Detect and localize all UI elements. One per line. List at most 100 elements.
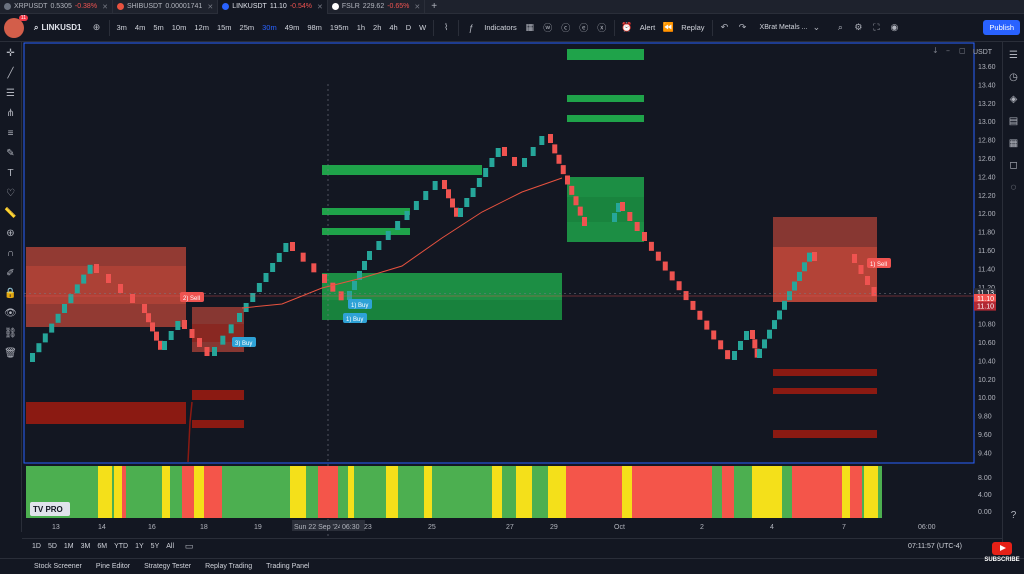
layers-icon[interactable]: ◈ bbox=[1007, 92, 1021, 106]
tab-strategy-tester[interactable]: Strategy Tester bbox=[144, 563, 191, 570]
timeframe-D[interactable]: D bbox=[402, 23, 415, 32]
range-6m[interactable]: 6M bbox=[97, 543, 107, 550]
price-tick-label: 10.60 bbox=[978, 340, 996, 347]
magnet-icon[interactable]: ∩ bbox=[4, 246, 18, 260]
stay-drawing-icon[interactable]: ✐ bbox=[4, 266, 18, 280]
timeframe-195m[interactable]: 195m bbox=[326, 23, 353, 32]
heart-icon[interactable]: ♡ bbox=[4, 186, 18, 200]
trash-icon[interactable]: 🗑 bbox=[4, 346, 18, 360]
range-3m[interactable]: 3M bbox=[81, 543, 91, 550]
layout-name-dropdown[interactable]: XBrat Metals ... bbox=[760, 24, 808, 31]
close-tab-icon[interactable]: ✕ bbox=[207, 3, 213, 11]
timeframe-49m[interactable]: 49m bbox=[281, 23, 304, 32]
pitchfork-icon[interactable]: ⋔ bbox=[4, 106, 18, 120]
range-all[interactable]: All bbox=[166, 543, 174, 550]
renko-brick bbox=[352, 281, 357, 290]
range-1m[interactable]: 1M bbox=[64, 543, 74, 550]
indicators-icon[interactable]: ƒ bbox=[464, 21, 478, 35]
timeframe-3m[interactable]: 3m bbox=[113, 23, 131, 32]
divider bbox=[711, 19, 713, 36]
undo-icon[interactable]: ↶ bbox=[718, 21, 732, 35]
chevron-down-icon[interactable]: ⌄ bbox=[809, 21, 823, 35]
chat-icon[interactable]: ◻ bbox=[1007, 158, 1021, 172]
horizontal-lines-icon[interactable]: ☰ bbox=[4, 86, 18, 100]
fullscreen-icon[interactable]: ⛶ bbox=[869, 21, 883, 35]
compare-plus-icon[interactable]: ⊕ bbox=[90, 21, 104, 35]
close-tab-icon[interactable]: ✕ bbox=[414, 3, 420, 11]
new-tab-plus-icon[interactable]: + bbox=[425, 1, 443, 12]
eye-icon[interactable]: 👁 bbox=[4, 306, 18, 320]
text-icon[interactable]: T bbox=[4, 166, 18, 180]
timeframe-12m[interactable]: 12m bbox=[190, 23, 213, 32]
data-window-icon[interactable]: ▤ bbox=[1007, 114, 1021, 128]
alert-button[interactable]: Alert bbox=[636, 23, 659, 32]
chart-pane[interactable]: 2) Sell 3) Buy 1) Buy 1) Buy 1) Sell 13.60 13… bbox=[22, 42, 1002, 536]
timeframe-W[interactable]: W bbox=[415, 23, 430, 32]
browser-tab-fslr[interactable]: FSLR 229.62 -0.65% ✕ bbox=[328, 0, 426, 14]
lock-icon[interactable]: 🔒 bbox=[4, 286, 18, 300]
replay-button[interactable]: Replay bbox=[677, 23, 708, 32]
tab-pine-editor[interactable]: Pine Editor bbox=[96, 563, 130, 570]
timeframe-98m[interactable]: 98m bbox=[303, 23, 326, 32]
currency-label[interactable]: USDT bbox=[973, 49, 993, 56]
link-icon[interactable]: ⛓ bbox=[4, 326, 18, 340]
oscillator-segment bbox=[318, 466, 338, 518]
avatar[interactable]: 11 bbox=[4, 14, 28, 38]
calendar-icon[interactable]: ▦ bbox=[1007, 136, 1021, 150]
browser-tab-shibusdt[interactable]: SHIBUSDT 0.00001741 ✕ bbox=[113, 0, 219, 14]
range-1y[interactable]: 1Y bbox=[135, 543, 144, 550]
timeframe-5m[interactable]: 5m bbox=[149, 23, 167, 32]
trend-line-icon[interactable]: ╱ bbox=[4, 66, 18, 80]
zoom-in-icon[interactable]: ⊕ bbox=[4, 226, 18, 240]
clock-readout[interactable]: 07:11:57 (UTC-4) bbox=[908, 543, 962, 550]
timeframe-4m[interactable]: 4m bbox=[131, 23, 149, 32]
indicators-button[interactable]: Indicators bbox=[480, 23, 521, 32]
pane-window-icon[interactable]: ◻ bbox=[959, 46, 966, 55]
camera-icon[interactable]: ◉ bbox=[887, 21, 901, 35]
symbol-search[interactable]: ⌕ LINKUSD1 bbox=[28, 23, 88, 33]
range-ytd[interactable]: YTD bbox=[114, 543, 128, 550]
watchlist-icon[interactable]: ☰ bbox=[1007, 48, 1021, 62]
chart-type-icon[interactable]: ⌇ bbox=[439, 21, 453, 35]
range-5y[interactable]: 5Y bbox=[151, 543, 160, 550]
replay-icon[interactable]: ⏪ bbox=[661, 21, 675, 35]
close-tab-icon[interactable]: ✕ bbox=[102, 3, 108, 11]
redo-icon[interactable]: ↷ bbox=[736, 21, 750, 35]
tab-stock-screener[interactable]: Stock Screener bbox=[34, 563, 82, 570]
youtube-subscribe-button[interactable]: SUBSCRIBE bbox=[984, 542, 1020, 572]
timeframe-30m[interactable]: 30m bbox=[258, 23, 281, 32]
tab-trading-panel[interactable]: Trading Panel bbox=[266, 563, 309, 570]
timeframe-2h[interactable]: 2h bbox=[369, 23, 385, 32]
favorite-indicator-e-icon[interactable]: ⓔ bbox=[577, 21, 591, 35]
timeframe-15m[interactable]: 15m bbox=[213, 23, 236, 32]
timeframe-1h[interactable]: 1h bbox=[353, 23, 369, 32]
tab-replay-trading[interactable]: Replay Trading bbox=[205, 563, 252, 570]
favorite-indicator-w-icon[interactable]: ⓦ bbox=[541, 21, 555, 35]
browser-tab-linkusdt[interactable]: LINKUSDT 11.10 -0.54% ✕ bbox=[218, 0, 328, 14]
shib-favicon-icon bbox=[116, 3, 124, 10]
alert-clock-icon[interactable]: ⏰ bbox=[620, 21, 634, 35]
range-5d[interactable]: 5D bbox=[48, 543, 57, 550]
favorite-indicator-c-icon[interactable]: ⓒ bbox=[559, 21, 573, 35]
range-1d[interactable]: 1D bbox=[32, 543, 41, 550]
alerts-clock-icon[interactable]: ◷ bbox=[1007, 70, 1021, 84]
timeframe-4h[interactable]: 4h bbox=[385, 23, 401, 32]
ruler-icon[interactable]: 📏 bbox=[4, 206, 18, 220]
help-icon[interactable]: ? bbox=[1007, 508, 1021, 522]
settings-gear-icon[interactable]: ⚙ bbox=[851, 21, 865, 35]
quick-search-icon[interactable]: ⌕ bbox=[833, 21, 847, 35]
go-to-date-icon[interactable]: ▭ bbox=[182, 540, 196, 554]
favorite-indicator-x-icon[interactable]: ⓧ bbox=[595, 21, 609, 35]
timeframe-10m[interactable]: 10m bbox=[168, 23, 191, 32]
pane-minimize-icon[interactable]: ↓ bbox=[932, 46, 939, 55]
close-tab-icon[interactable]: ✕ bbox=[317, 3, 323, 11]
timeframe-25m[interactable]: 25m bbox=[236, 23, 259, 32]
browser-tab-xrpusdt[interactable]: XRPUSDT 0.5305 -0.38% ✕ bbox=[0, 0, 113, 14]
templates-grid-icon[interactable]: ▦ bbox=[523, 21, 537, 35]
ideas-bulb-icon[interactable]: ◌ bbox=[1007, 180, 1021, 194]
crosshair-icon[interactable]: ✛ bbox=[4, 46, 18, 60]
fib-retracement-icon[interactable]: ≡ bbox=[4, 126, 18, 140]
pane-maximize-icon[interactable]: – bbox=[946, 46, 950, 55]
brush-icon[interactable]: ✎ bbox=[4, 146, 18, 160]
publish-button[interactable]: Publish bbox=[983, 20, 1020, 35]
